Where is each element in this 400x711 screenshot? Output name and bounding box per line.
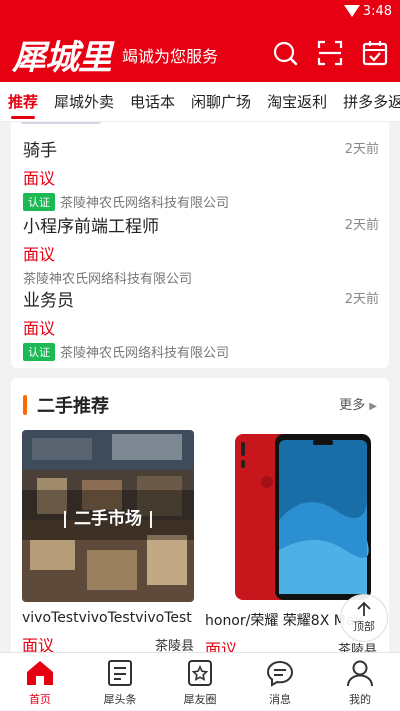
calendar-check-icon[interactable]	[362, 40, 388, 66]
goods-image: | 二手市场 |	[22, 430, 194, 602]
job-company: 茶陵神农氏网络科技有限公司	[60, 346, 230, 361]
nav-friends[interactable]: 犀友圈	[160, 653, 240, 711]
search-icon[interactable]	[272, 40, 298, 66]
jobs-card: 骑手 2天前 面议 认证 茶陵神农氏网络科技有限公司 小程序前端工程师 2天前 面…	[11, 122, 389, 368]
tab-recommend[interactable]: 推荐	[0, 82, 46, 121]
wifi-icon	[344, 5, 360, 17]
bottom-nav: 首页 犀头条 犀友圈 消息 我的	[0, 652, 400, 710]
status-time: 3:48	[362, 4, 392, 19]
second-hand-card: 二手推荐 更多 ▶ | 二手市场 | vivoTestvivoTestvivoT…	[11, 378, 389, 652]
tab-pdd-rebate[interactable]: 拼多多返	[335, 82, 400, 121]
nav-label: 首页	[29, 693, 51, 706]
job-item[interactable]: 业务员 2天前 面议 认证 茶陵神农氏网络科技有限公司	[23, 286, 379, 361]
app-logo: 犀城里	[12, 38, 112, 78]
triangle-right-icon: ▶	[369, 401, 377, 412]
user-icon	[347, 660, 373, 687]
app-slogan: 竭诚为您服务	[122, 47, 219, 66]
news-icon	[108, 660, 132, 686]
job-date: 2天前	[344, 142, 379, 157]
goods-location: 茶陵县	[154, 639, 194, 652]
more-label: 更多	[339, 398, 366, 413]
nav-news[interactable]: 犀头条	[80, 653, 160, 711]
app-header: 犀城里 竭诚为您服务	[0, 24, 400, 82]
arrow-up-icon	[357, 601, 371, 616]
job-item[interactable]: 小程序前端工程师 2天前 面议 茶陵神农氏网络科技有限公司	[23, 212, 379, 287]
nav-label: 犀头条	[103, 693, 137, 706]
job-date: 2天前	[344, 292, 379, 307]
nav-label: 犀友圈	[183, 693, 217, 706]
section-title: 二手推荐	[23, 392, 109, 418]
content-scroll[interactable]: 骑手 2天前 面议 认证 茶陵神农氏网络科技有限公司 小程序前端工程师 2天前 面…	[0, 122, 400, 652]
tab-takeout[interactable]: 犀城外卖	[46, 82, 122, 121]
tab-chat-square[interactable]: 闲聊广场	[183, 82, 259, 121]
job-title: 业务员	[23, 291, 74, 311]
back-to-top-button[interactable]: 顶部	[340, 594, 388, 642]
nav-messages[interactable]: 消息	[240, 653, 320, 711]
status-bar: 3:48	[0, 0, 400, 24]
job-salary: 面议	[23, 245, 56, 264]
job-company: 茶陵神农氏网络科技有限公司	[60, 196, 230, 211]
job-company-row: 认证 茶陵神农氏网络科技有限公司	[23, 192, 379, 211]
goods-item[interactable]: | 二手市场 | vivoTestvivoTestvivoTest 面议 茶陵县	[22, 430, 194, 652]
verified-badge: 认证	[23, 193, 55, 211]
star-icon	[188, 660, 212, 686]
job-company: 茶陵神农氏网络科技有限公司	[23, 272, 193, 287]
goods-name: vivoTestvivoTestvivoTest	[22, 610, 192, 626]
message-icon	[266, 660, 294, 687]
section-header-cut	[21, 122, 101, 124]
more-link[interactable]: 更多 ▶	[339, 394, 377, 413]
nav-profile[interactable]: 我的	[320, 653, 400, 711]
image-caption: | 二手市场 |	[61, 509, 155, 529]
job-date: 2天前	[344, 218, 379, 233]
tab-taobao-rebate[interactable]: 淘宝返利	[259, 82, 335, 121]
scan-icon[interactable]	[317, 40, 343, 66]
nav-home[interactable]: 首页	[0, 653, 80, 711]
home-icon	[27, 661, 53, 685]
category-tabs: 推荐 犀城外卖 电话本 闲聊广场 淘宝返利 拼多多返	[0, 82, 400, 122]
job-salary: 面议	[23, 169, 56, 188]
job-salary: 面议	[23, 319, 56, 338]
phone-photo	[235, 434, 371, 600]
job-title: 小程序前端工程师	[23, 217, 159, 237]
job-company-row: 认证 茶陵神农氏网络科技有限公司	[23, 342, 379, 361]
job-title: 骑手	[23, 141, 57, 161]
back-to-top-label: 顶部	[353, 620, 375, 633]
nav-label: 消息	[269, 693, 291, 706]
tab-phonebook[interactable]: 电话本	[122, 82, 183, 121]
goods-image	[205, 430, 377, 602]
nav-label: 我的	[349, 693, 371, 706]
job-item[interactable]: 骑手 2天前 面议 认证 茶陵神农氏网络科技有限公司	[23, 136, 379, 211]
verified-badge: 认证	[23, 343, 55, 361]
